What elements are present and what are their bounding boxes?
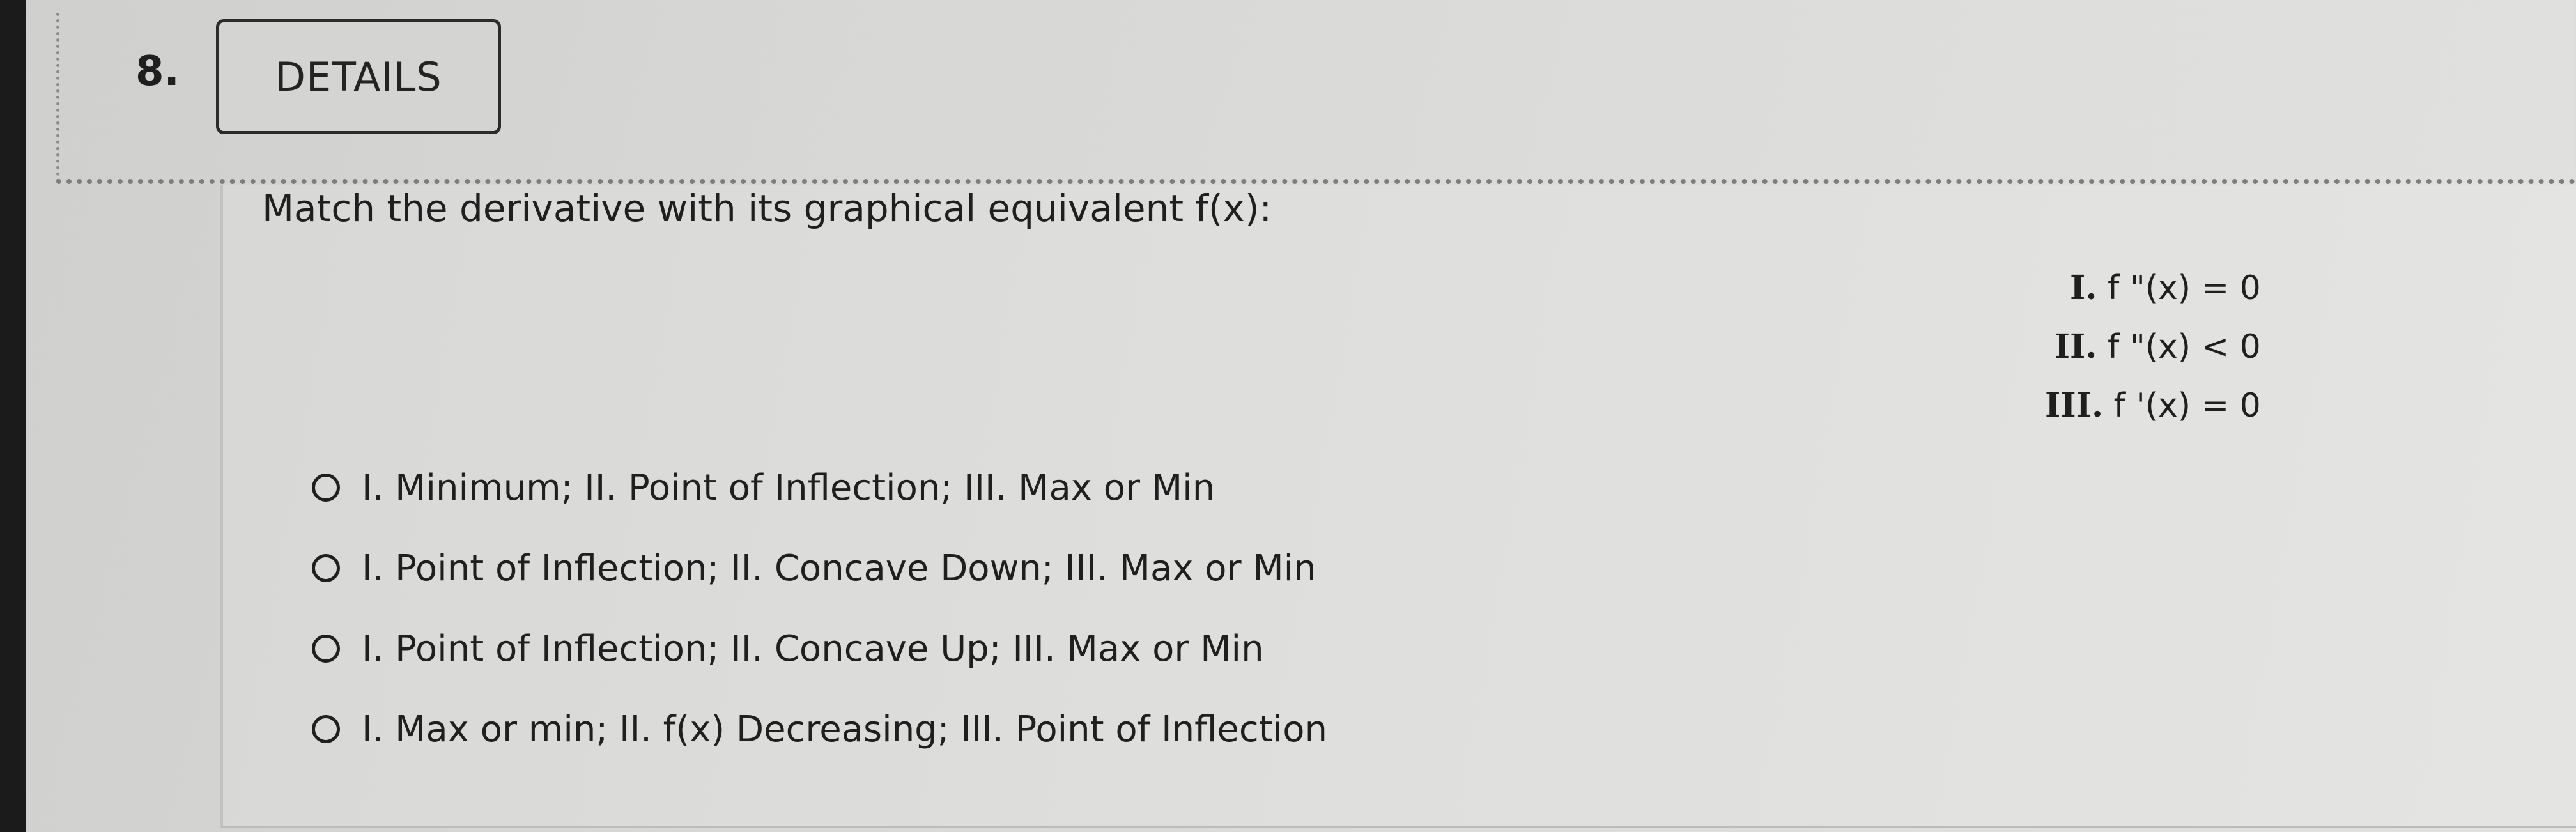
answer-option-label: I. Max or min; II. f(x) Decreasing; III.… <box>362 708 1327 750</box>
answer-option-label: I. Minimum; II. Point of Inflection; III… <box>362 466 1215 509</box>
answer-option-label: I. Point of Inflection; II. Concave Up; … <box>362 628 1264 670</box>
dotted-divider <box>56 179 2576 184</box>
answer-option[interactable]: I. Minimum; II. Point of Inflection; III… <box>312 447 1327 528</box>
derivative-expression: f "(x) < 0 <box>2107 328 2261 366</box>
question-number: 8. <box>135 48 180 95</box>
details-button[interactable]: DETAILS <box>216 19 501 134</box>
answer-option[interactable]: I. Point of Inflection; II. Concave Up; … <box>312 608 1327 689</box>
derivative-item: II. f "(x) < 0 <box>2045 318 2261 376</box>
answer-option[interactable]: I. Point of Inflection; II. Concave Down… <box>312 528 1327 608</box>
radio-button[interactable] <box>312 474 340 502</box>
derivative-expression: f "(x) = 0 <box>2107 269 2261 307</box>
derivative-item: III. f '(x) = 0 <box>2045 376 2261 435</box>
derivative-item: I. f "(x) = 0 <box>2045 259 2261 318</box>
derivative-list: I. f "(x) = 0 II. f "(x) < 0 III. f '(x)… <box>2045 259 2261 435</box>
derivative-numeral: II. <box>2054 327 2097 366</box>
answer-choices: I. Minimum; II. Point of Inflection; III… <box>312 447 1327 769</box>
radio-button[interactable] <box>312 715 340 743</box>
derivative-numeral: III. <box>2045 386 2104 425</box>
answer-option[interactable]: I. Max or min; II. f(x) Decreasing; III.… <box>312 689 1327 769</box>
left-edge-strip <box>0 0 26 832</box>
radio-button[interactable] <box>312 635 340 663</box>
derivative-numeral: I. <box>2070 268 2097 307</box>
left-dotted-guide <box>56 13 59 182</box>
question-prompt: Match the derivative with its graphical … <box>262 187 1272 230</box>
answer-option-label: I. Point of Inflection; II. Concave Down… <box>362 547 1316 589</box>
derivative-expression: f '(x) = 0 <box>2113 387 2261 425</box>
radio-button[interactable] <box>312 554 340 582</box>
